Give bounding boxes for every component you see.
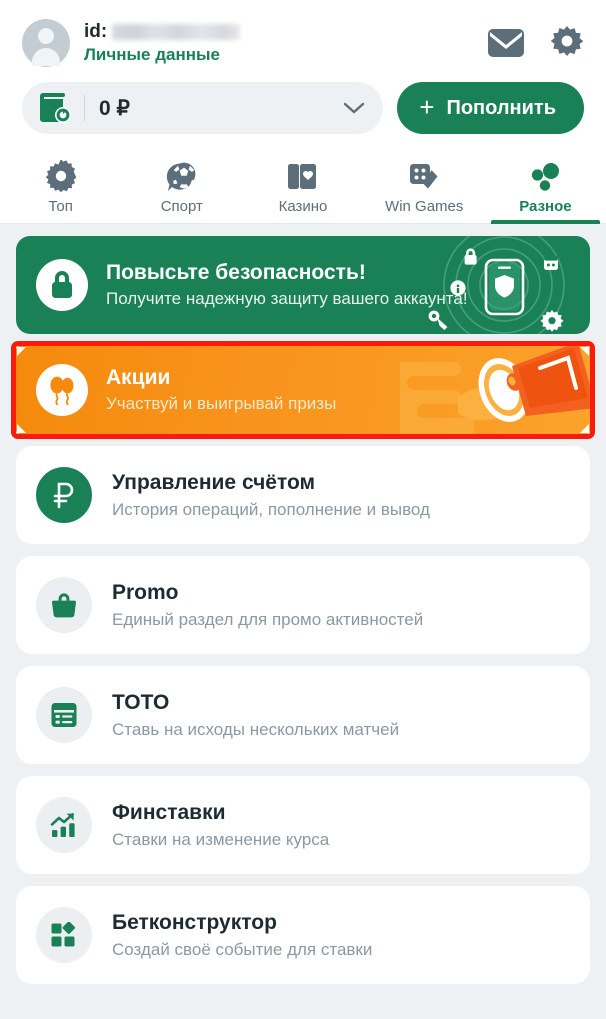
menu-item-subtitle: Создай своё событие для ставки: [112, 939, 373, 959]
menu-item-subtitle: Единый раздел для промо активностей: [112, 609, 424, 629]
gear-icon[interactable]: [550, 26, 584, 60]
menu-item-promo[interactable]: Promo Единый раздел для промо активносте…: [16, 556, 590, 654]
menu-item-subtitle: История операций, пополнение и вывод: [112, 499, 430, 519]
banner-promotions[interactable]: Акции Участвуй и выигрывай призы: [16, 346, 590, 434]
megaphone-icon: [400, 346, 590, 434]
menu-item-title: Финставки: [112, 800, 226, 824]
tab-label: Спорт: [160, 198, 203, 215]
user-id-line: id:: [84, 21, 478, 43]
profile-row: id: Личные данные: [22, 14, 584, 72]
banner-security-text: Повысьте безопасность! Получите надежную…: [106, 260, 468, 310]
ruble-icon: [36, 467, 92, 523]
menu-item-toto[interactable]: ТОТО Ставь на исходы нескольких матчей: [16, 666, 590, 764]
tab-label: Топ: [48, 198, 73, 215]
banner-security[interactable]: Повысьте безопасность! Получите надежную…: [16, 236, 590, 334]
menu-item-text: Бетконструктор Создай своё событие для с…: [112, 910, 372, 961]
topup-label: Пополнить: [446, 96, 556, 119]
banner-subtitle: Получите надежную защиту вашего аккаунта…: [106, 289, 468, 308]
menu-item-title: Управление счётом: [112, 470, 316, 494]
pill-divider: [84, 95, 85, 121]
table-list-icon: [36, 687, 92, 743]
banner-subtitle: Участвуй и выигрывай призы: [106, 394, 337, 413]
soccer-ball-icon: [165, 158, 199, 196]
star-burst-icon: [44, 158, 78, 196]
balloons-icon: [36, 364, 88, 416]
menu-item-account-management[interactable]: Управление счётом История операций, попо…: [16, 446, 590, 544]
main-tabbar: Топ Спорт Казино Win Games Разное: [0, 150, 606, 224]
banner-promotions-wrap: Акции Участвуй и выигрывай призы: [11, 341, 595, 439]
menu-item-text: Promo Единый раздел для промо активносте…: [112, 580, 423, 631]
id-value-masked: [112, 24, 241, 40]
chevron-down-icon[interactable]: [343, 101, 365, 115]
dice-icon: [407, 158, 441, 196]
tab-label: Казино: [278, 198, 328, 215]
playing-cards-icon: [286, 158, 320, 196]
avatar[interactable]: [22, 19, 70, 67]
header: id: Личные данные 0 ₽ + Пополнить: [0, 0, 606, 150]
tab-top[interactable]: Топ: [0, 150, 121, 223]
header-actions: [488, 26, 584, 60]
menu-item-text: Финставки Ставки на изменение курса: [112, 800, 329, 851]
app-screen: id: Личные данные 0 ₽ + Пополнить Топ Сп…: [0, 0, 606, 1019]
dots-cluster-icon: [528, 158, 562, 196]
chart-arrow-icon: [36, 797, 92, 853]
tab-win-games[interactable]: Win Games: [364, 150, 485, 223]
shopping-bag-icon: [36, 577, 92, 633]
balance-row: 0 ₽ + Пополнить: [22, 72, 584, 150]
personal-data-link[interactable]: Личные данные: [84, 45, 478, 65]
banner-title: Акции: [106, 366, 171, 389]
content-scroll[interactable]: Повысьте безопасность! Получите надежную…: [0, 224, 606, 1019]
id-label: id:: [84, 21, 108, 42]
avatar-body-icon: [32, 48, 60, 66]
tab-misc[interactable]: Разное: [485, 150, 606, 224]
menu-item-title: Бетконструктор: [112, 910, 277, 934]
avatar-head-icon: [38, 28, 54, 44]
blocks-icon: [36, 907, 92, 963]
banner-promotions-text: Акции Участвуй и выигрывай призы: [106, 365, 336, 415]
tab-casino[interactable]: Казино: [242, 150, 363, 223]
topup-button[interactable]: + Пополнить: [397, 82, 584, 134]
tab-label: Win Games: [385, 198, 464, 215]
menu-item-bet-constructor[interactable]: Бетконструктор Создай своё событие для с…: [16, 886, 590, 984]
menu-item-text: ТОТО Ставь на исходы нескольких матчей: [112, 690, 399, 741]
menu-item-title: Promo: [112, 580, 179, 604]
banner-security-wrap: Повысьте безопасность! Получите надежную…: [16, 236, 590, 334]
balance-selector[interactable]: 0 ₽: [22, 82, 384, 134]
envelope-icon[interactable]: [488, 29, 524, 57]
lock-icon: [36, 259, 88, 311]
tab-sport[interactable]: Спорт: [121, 150, 242, 223]
wallet-refresh-icon: [38, 92, 72, 124]
balance-amount: 0 ₽: [99, 96, 130, 120]
menu-item-finbets[interactable]: Финставки Ставки на изменение курса: [16, 776, 590, 874]
tab-label: Разное: [519, 198, 572, 215]
id-block: id: Личные данные: [84, 21, 478, 65]
banner-title: Повысьте безопасность!: [106, 261, 366, 284]
menu-item-subtitle: Ставки на изменение курса: [112, 829, 330, 849]
menu-item-text: Управление счётом История операций, попо…: [112, 470, 430, 521]
menu-item-title: ТОТО: [112, 690, 170, 714]
menu-item-subtitle: Ставь на исходы нескольких матчей: [112, 719, 400, 739]
